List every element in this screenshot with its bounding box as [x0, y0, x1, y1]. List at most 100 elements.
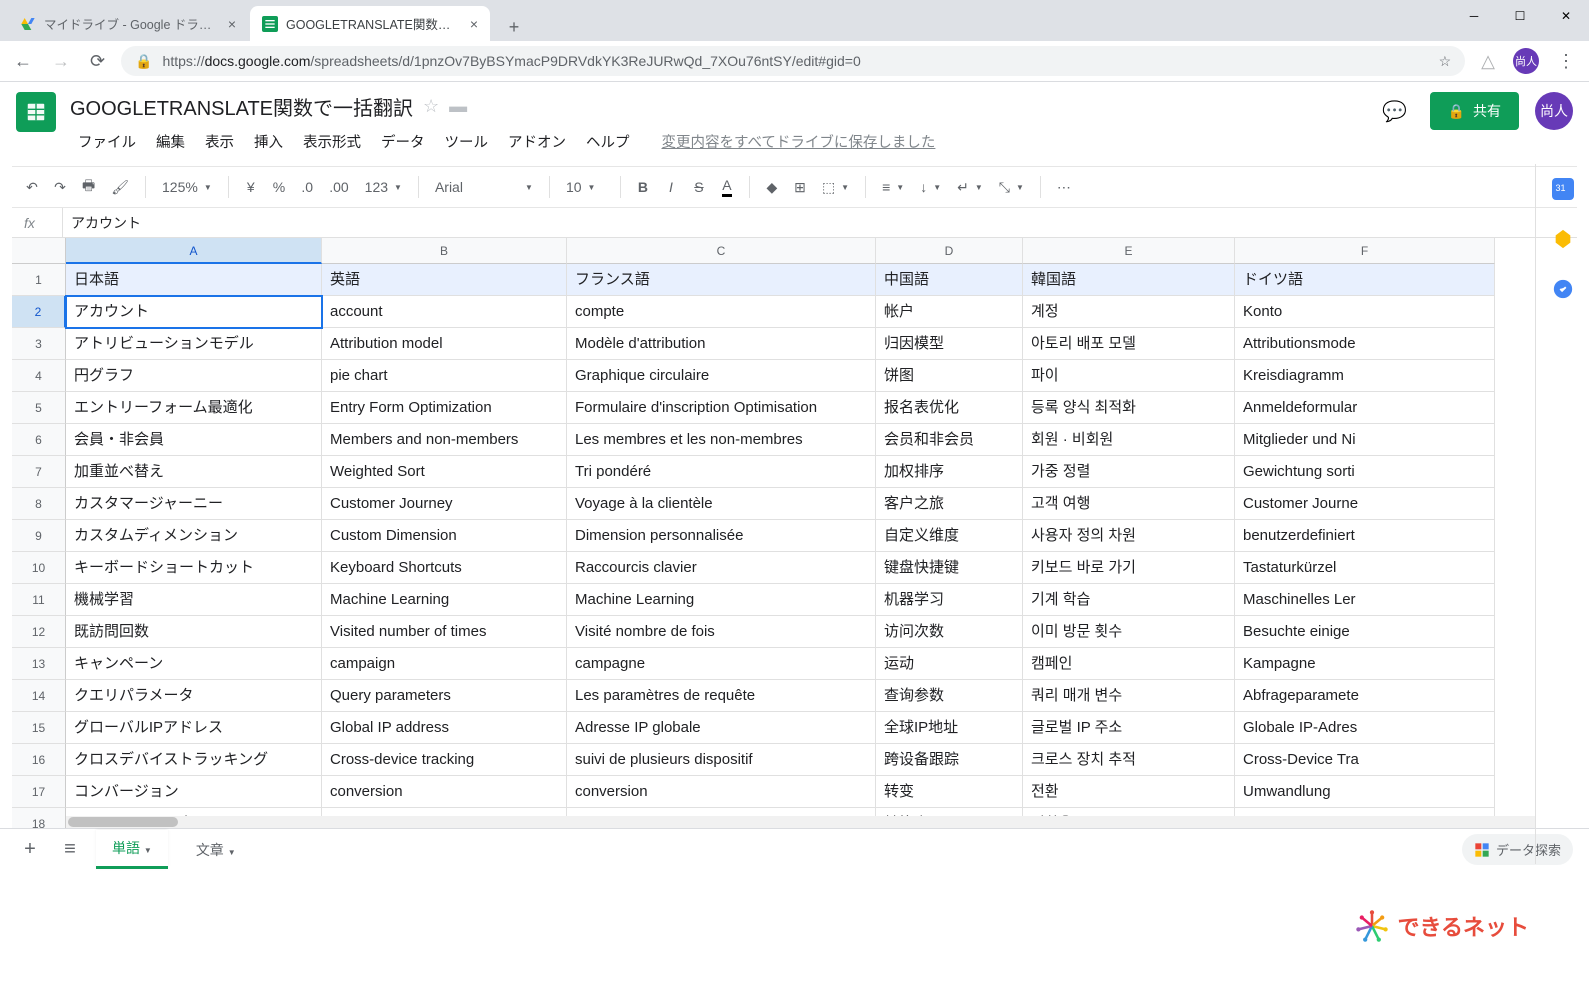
maximize-button[interactable]: ☐: [1497, 0, 1543, 32]
cell[interactable]: account: [322, 296, 567, 328]
bold-button[interactable]: B: [631, 175, 655, 199]
percent-button[interactable]: %: [267, 175, 291, 199]
menu-data[interactable]: データ: [373, 127, 433, 156]
spreadsheet-grid[interactable]: ABCDEF1日本語英語フランス語中国語韓国語ドイツ語2アカウントaccount…: [12, 238, 1535, 828]
print-button[interactable]: 🖶: [76, 171, 101, 203]
cell[interactable]: campagne: [567, 648, 876, 680]
menu-insert[interactable]: 挿入: [246, 127, 291, 156]
cell[interactable]: suivi de plusieurs dispositif: [567, 744, 876, 776]
cell[interactable]: Formulaire d'inscription Optimisation: [567, 392, 876, 424]
formula-input[interactable]: アカウント: [62, 208, 1565, 237]
cell[interactable]: Globale IP-Adres: [1235, 712, 1495, 744]
row-header[interactable]: 11: [12, 584, 66, 616]
cell[interactable]: Visited number of times: [322, 616, 567, 648]
cell[interactable]: Attribution model: [322, 328, 567, 360]
rotate-button[interactable]: ⤡▼: [993, 179, 1030, 196]
cell[interactable]: 고객 여행: [1023, 488, 1235, 520]
cell[interactable]: Visité nombre de fois: [567, 616, 876, 648]
cell[interactable]: 쿼리 매개 변수: [1023, 680, 1235, 712]
back-button[interactable]: ←: [14, 51, 32, 72]
italic-button[interactable]: I: [659, 175, 683, 199]
cell[interactable]: Maschinelles Ler: [1235, 584, 1495, 616]
row-header[interactable]: 8: [12, 488, 66, 520]
cell[interactable]: 访问次数: [876, 616, 1023, 648]
menu-file[interactable]: ファイル: [70, 127, 144, 156]
tasks-icon[interactable]: [1552, 278, 1574, 300]
header-cell[interactable]: 日本語: [66, 264, 322, 296]
header-cell[interactable]: 韓国語: [1023, 264, 1235, 296]
header-cell[interactable]: フランス語: [567, 264, 876, 296]
cell[interactable]: 加权排序: [876, 456, 1023, 488]
row-header[interactable]: 4: [12, 360, 66, 392]
cell[interactable]: クロスデバイストラッキング: [66, 744, 322, 776]
header-cell[interactable]: 中国語: [876, 264, 1023, 296]
cell[interactable]: 归因模型: [876, 328, 1023, 360]
row-header[interactable]: 6: [12, 424, 66, 456]
cell[interactable]: 饼图: [876, 360, 1023, 392]
cell[interactable]: 全球IP地址: [876, 712, 1023, 744]
horizontal-scrollbar[interactable]: [66, 816, 1535, 828]
cell[interactable]: Mitglieder und Ni: [1235, 424, 1495, 456]
calendar-icon[interactable]: 31: [1552, 178, 1574, 200]
column-header[interactable]: B: [322, 238, 567, 264]
header-cell[interactable]: ドイツ語: [1235, 264, 1495, 296]
reload-button[interactable]: ⟳: [90, 51, 105, 72]
document-title[interactable]: GOOGLETRANSLATE関数で一括翻訳: [70, 92, 413, 121]
column-header[interactable]: C: [567, 238, 876, 264]
row-header[interactable]: 3: [12, 328, 66, 360]
header-cell[interactable]: 英語: [322, 264, 567, 296]
number-format-select[interactable]: 123▼: [359, 179, 408, 195]
cell[interactable]: Gewichtung sorti: [1235, 456, 1495, 488]
cell[interactable]: コンバージョン: [66, 776, 322, 808]
cell[interactable]: カスタマージャーニー: [66, 488, 322, 520]
cell[interactable]: 会员和非会员: [876, 424, 1023, 456]
cell[interactable]: conversion: [567, 776, 876, 808]
cell[interactable]: pie chart: [322, 360, 567, 392]
new-tab-button[interactable]: +: [500, 13, 528, 41]
cell[interactable]: キャンペーン: [66, 648, 322, 680]
comments-button[interactable]: 💬: [1376, 92, 1414, 130]
save-status[interactable]: 変更内容をすべてドライブに保存しました: [662, 131, 936, 152]
folder-icon[interactable]: ▬: [449, 96, 467, 117]
menu-view[interactable]: 表示: [197, 127, 242, 156]
sheets-logo[interactable]: [16, 92, 56, 132]
row-header[interactable]: 10: [12, 552, 66, 584]
cell[interactable]: 전환: [1023, 776, 1235, 808]
row-header[interactable]: 13: [12, 648, 66, 680]
font-select[interactable]: Arial▼: [429, 179, 539, 195]
zoom-select[interactable]: 125%▼: [156, 179, 218, 195]
menu-icon[interactable]: ⋮: [1557, 51, 1575, 72]
cell[interactable]: 가중 정렬: [1023, 456, 1235, 488]
cell[interactable]: Anmeldeformular: [1235, 392, 1495, 424]
cell[interactable]: エントリーフォーム最適化: [66, 392, 322, 424]
merge-button[interactable]: ⬚▼: [816, 179, 855, 196]
cell[interactable]: 会員・非会員: [66, 424, 322, 456]
column-header[interactable]: D: [876, 238, 1023, 264]
cell[interactable]: Umwandlung: [1235, 776, 1495, 808]
cell[interactable]: 加重並べ替え: [66, 456, 322, 488]
row-header[interactable]: 2: [12, 296, 66, 328]
cell[interactable]: Keyboard Shortcuts: [322, 552, 567, 584]
cell[interactable]: 报名表优化: [876, 392, 1023, 424]
strikethrough-button[interactable]: S: [687, 175, 711, 199]
currency-button[interactable]: ¥: [239, 175, 263, 199]
cell[interactable]: 機械学習: [66, 584, 322, 616]
forward-button[interactable]: →: [52, 51, 70, 72]
cell[interactable]: Raccourcis clavier: [567, 552, 876, 584]
cell[interactable]: 캠페인: [1023, 648, 1235, 680]
cell[interactable]: 사용자 정의 차원: [1023, 520, 1235, 552]
cell[interactable]: Weighted Sort: [322, 456, 567, 488]
column-header[interactable]: A: [66, 238, 322, 264]
font-size-select[interactable]: 10▼: [560, 179, 610, 195]
cell[interactable]: 帐户: [876, 296, 1023, 328]
cell[interactable]: 查询参数: [876, 680, 1023, 712]
cell[interactable]: 이미 방문 횟수: [1023, 616, 1235, 648]
cell[interactable]: Query parameters: [322, 680, 567, 712]
cell[interactable]: Customer Journe: [1235, 488, 1495, 520]
cell[interactable]: クエリパラメータ: [66, 680, 322, 712]
text-color-button[interactable]: A: [715, 173, 739, 201]
browser-tab[interactable]: マイドライブ - Google ドライブ ×: [8, 6, 248, 41]
account-avatar[interactable]: 尚人: [1535, 92, 1573, 130]
cell[interactable]: Tastaturkürzel: [1235, 552, 1495, 584]
cell[interactable]: Kampagne: [1235, 648, 1495, 680]
